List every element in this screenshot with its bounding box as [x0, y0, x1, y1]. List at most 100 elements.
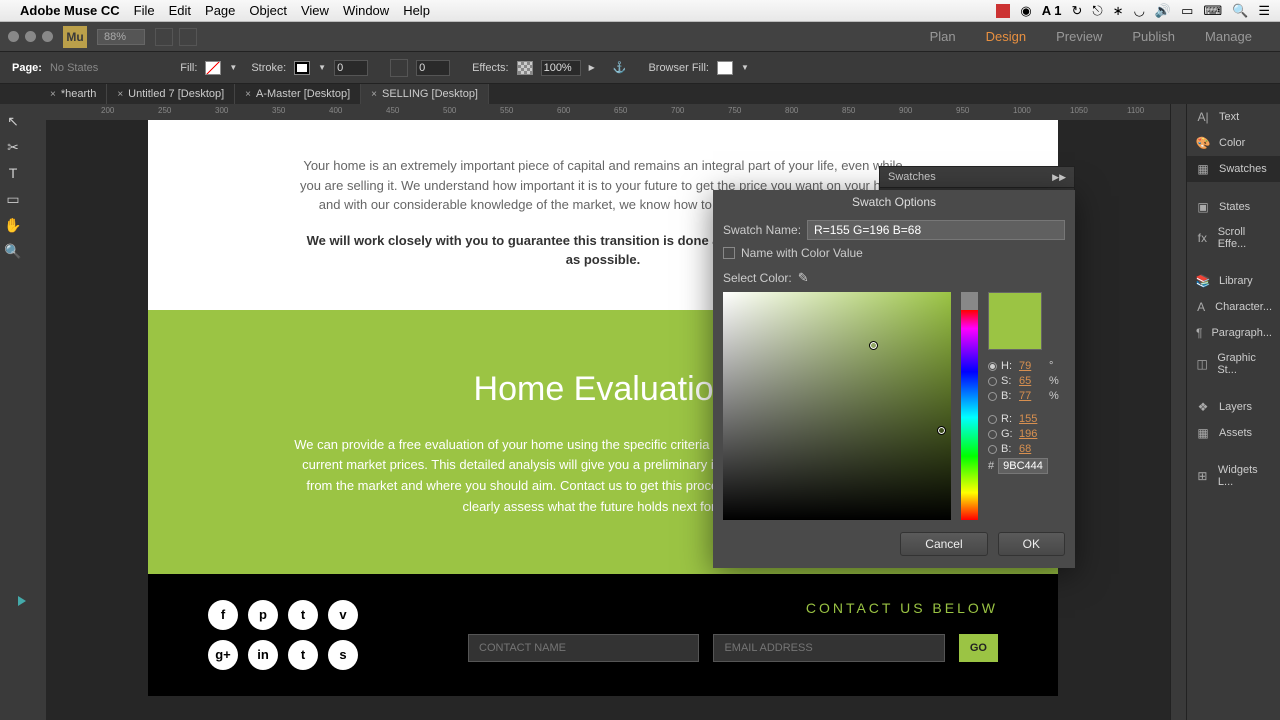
- menu-view[interactable]: View: [301, 3, 329, 18]
- rectangle-tool[interactable]: ▭: [4, 190, 22, 208]
- collapse-icon[interactable]: ▶▶: [1052, 172, 1066, 183]
- contact-email-input[interactable]: [713, 634, 944, 662]
- panel-character[interactable]: ACharacter...: [1187, 294, 1280, 320]
- fill-swatch[interactable]: [205, 61, 221, 75]
- adobe-badge[interactable]: A 1: [1042, 3, 1062, 18]
- name-with-value-checkbox[interactable]: [723, 247, 735, 259]
- effects-dropdown-icon[interactable]: ▶: [589, 63, 595, 72]
- r-value[interactable]: 155: [1019, 413, 1045, 425]
- text-tool[interactable]: T: [4, 164, 22, 182]
- twitter-icon[interactable]: t: [288, 600, 318, 630]
- anchor-icon[interactable]: ⚓: [613, 61, 627, 74]
- menu-file[interactable]: File: [134, 3, 155, 18]
- record-icon[interactable]: [996, 4, 1010, 18]
- menu-page[interactable]: Page: [205, 3, 235, 18]
- go-button[interactable]: GO: [959, 634, 998, 662]
- g-value[interactable]: 196: [1019, 428, 1045, 440]
- mode-preview[interactable]: Preview: [1056, 29, 1102, 44]
- stroke-weight-input[interactable]: [334, 60, 368, 76]
- stroke-dropdown-icon[interactable]: ▼: [318, 63, 326, 72]
- close-window[interactable]: [8, 31, 19, 42]
- pinterest-icon[interactable]: p: [248, 600, 278, 630]
- hue-bar[interactable]: [961, 292, 978, 520]
- corner-icon[interactable]: [390, 59, 408, 77]
- mode-design[interactable]: Design: [986, 29, 1026, 44]
- tab-hearth[interactable]: ×*hearth: [40, 84, 107, 104]
- browser-fill-swatch[interactable]: [717, 61, 733, 75]
- h-radio[interactable]: [988, 362, 997, 371]
- wifi-icon[interactable]: ◡: [1134, 3, 1145, 19]
- close-icon[interactable]: ×: [50, 89, 56, 100]
- linkedin-icon[interactable]: in: [248, 640, 278, 670]
- hex-input[interactable]: [998, 458, 1048, 474]
- panel-color[interactable]: 🎨Color: [1187, 130, 1280, 156]
- eyedropper-icon[interactable]: ✎: [798, 270, 809, 286]
- panel-scroll[interactable]: fxScroll Effe...: [1187, 220, 1280, 256]
- saturation-value-field[interactable]: [723, 292, 951, 520]
- search-icon[interactable]: 🔍: [1232, 3, 1248, 19]
- minimize-window[interactable]: [25, 31, 36, 42]
- menu-window[interactable]: Window: [343, 3, 389, 18]
- h-value[interactable]: 79: [1019, 360, 1045, 372]
- ok-button[interactable]: OK: [998, 532, 1065, 556]
- b-radio[interactable]: [988, 392, 997, 401]
- b-value[interactable]: 77: [1019, 390, 1045, 402]
- bl-value[interactable]: 68: [1019, 443, 1045, 455]
- s-value[interactable]: 65: [1019, 375, 1045, 387]
- crop-tool[interactable]: ✂: [4, 138, 22, 156]
- menu-object[interactable]: Object: [249, 3, 287, 18]
- s-radio[interactable]: [988, 377, 997, 386]
- mode-publish[interactable]: Publish: [1132, 29, 1175, 44]
- swatch-name-input[interactable]: [807, 220, 1065, 240]
- volume-icon[interactable]: 🔊: [1155, 3, 1171, 19]
- close-icon[interactable]: ×: [117, 89, 123, 100]
- effects-swatch[interactable]: [517, 61, 533, 75]
- stroke-swatch[interactable]: [294, 61, 310, 75]
- input-icon[interactable]: ⌨: [1203, 3, 1222, 19]
- g-radio[interactable]: [988, 430, 997, 439]
- headphones-icon[interactable]: ⎋: [1092, 3, 1102, 19]
- zoom-select[interactable]: 88%: [97, 29, 145, 45]
- corner-input[interactable]: [416, 60, 450, 76]
- tab-amaster[interactable]: ×A-Master [Desktop]: [235, 84, 361, 104]
- cancel-button[interactable]: Cancel: [900, 532, 987, 556]
- menu-help[interactable]: Help: [403, 3, 430, 18]
- bluetooth-icon[interactable]: ∗: [1113, 3, 1124, 19]
- mode-plan[interactable]: Plan: [930, 29, 956, 44]
- close-icon[interactable]: ×: [371, 89, 377, 100]
- canvas[interactable]: Your home is an extremely important piec…: [46, 120, 1170, 720]
- menu-icon[interactable]: ☰: [1258, 3, 1270, 19]
- effects-input[interactable]: [541, 60, 581, 76]
- zoom-tool[interactable]: 🔍: [4, 242, 22, 260]
- panel-swatches[interactable]: ▦Swatches: [1187, 156, 1280, 182]
- panel-assets[interactable]: ▦Assets: [1187, 420, 1280, 446]
- panel-paragraph[interactable]: ¶Paragraph...: [1187, 320, 1280, 346]
- panel-text[interactable]: A|Text: [1187, 104, 1280, 130]
- battery-icon[interactable]: ▭: [1181, 3, 1193, 19]
- mode-manage[interactable]: Manage: [1205, 29, 1252, 44]
- fill-dropdown-icon[interactable]: ▼: [229, 63, 237, 72]
- tab-selling[interactable]: ×SELLING [Desktop]: [361, 84, 489, 104]
- vimeo-icon[interactable]: v: [328, 600, 358, 630]
- undo-icon[interactable]: [155, 28, 173, 46]
- panel-graphic[interactable]: ◫Graphic St...: [1187, 346, 1280, 382]
- facebook-icon[interactable]: f: [208, 600, 238, 630]
- tumblr-icon[interactable]: t: [288, 640, 318, 670]
- selection-tool[interactable]: ↖: [4, 112, 22, 130]
- cc-icon[interactable]: ◉: [1020, 3, 1031, 19]
- panel-library[interactable]: 📚Library: [1187, 268, 1280, 294]
- skype-icon[interactable]: s: [328, 640, 358, 670]
- contact-name-input[interactable]: [468, 634, 699, 662]
- redo-icon[interactable]: [179, 28, 197, 46]
- zoom-window[interactable]: [42, 31, 53, 42]
- panel-widgets[interactable]: ⊞Widgets L...: [1187, 458, 1280, 494]
- sync-icon[interactable]: ↻: [1071, 3, 1082, 19]
- page-value[interactable]: No States: [50, 62, 98, 74]
- tab-untitled7[interactable]: ×Untitled 7 [Desktop]: [107, 84, 235, 104]
- ruler-marker[interactable]: [18, 596, 26, 606]
- bl-radio[interactable]: [988, 445, 997, 454]
- close-icon[interactable]: ×: [245, 89, 251, 100]
- r-radio[interactable]: [988, 415, 997, 424]
- swatches-header[interactable]: Swatches ▶▶: [880, 167, 1074, 188]
- menu-edit[interactable]: Edit: [169, 3, 191, 18]
